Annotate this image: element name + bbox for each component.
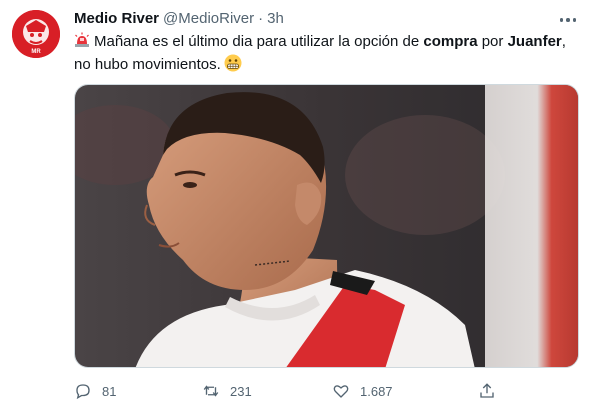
player-photo — [75, 85, 578, 367]
retweet-icon — [203, 385, 219, 397]
tweet-text: Mañana es el último dia para utilizar la… — [74, 31, 579, 78]
tweet-actions: 81 231 1.687 — [74, 381, 514, 401]
more-horizontal-icon — [559, 18, 577, 22]
more-options-button[interactable] — [556, 10, 580, 30]
tweet-header: Medio River @MedioRiver · 3h — [74, 9, 284, 29]
retweet-count: 231 — [230, 383, 252, 399]
reply-icon — [76, 384, 90, 400]
avatar-text: MR — [31, 49, 41, 55]
avatar[interactable]: MR — [12, 10, 60, 58]
tweet-photo[interactable] — [74, 84, 579, 368]
share-icon — [480, 383, 494, 398]
text-bold-juanfer: Juanfer — [507, 33, 562, 50]
timestamp[interactable]: 3h — [267, 10, 284, 27]
text-line-2: no hubo movimientos. — [74, 56, 221, 73]
text-part-1: Mañana es el último dia para utilizar la… — [94, 33, 424, 50]
reply-button[interactable]: 81 — [74, 381, 116, 401]
share-button[interactable] — [478, 381, 506, 401]
author-name[interactable]: Medio River — [74, 10, 159, 27]
rotating-light-icon — [74, 32, 90, 54]
avatar-logo-icon: MR — [12, 10, 60, 58]
grimacing-face-icon — [224, 54, 242, 78]
text-part-3: , — [561, 33, 566, 50]
author-handle[interactable]: @MedioRiver — [163, 10, 254, 27]
text-part-2: por — [477, 33, 508, 50]
heart-icon — [333, 385, 349, 398]
separator: · — [258, 10, 264, 27]
reply-count: 81 — [102, 383, 117, 399]
text-bold-compra: compra — [423, 33, 478, 50]
retweet-button[interactable]: 231 — [202, 381, 252, 401]
like-button[interactable]: 1.687 — [332, 381, 393, 401]
tweet[interactable]: MR Medio River @MedioRiver · 3h Mañana es e… — [0, 0, 595, 416]
like-count: 1.687 — [360, 383, 393, 399]
